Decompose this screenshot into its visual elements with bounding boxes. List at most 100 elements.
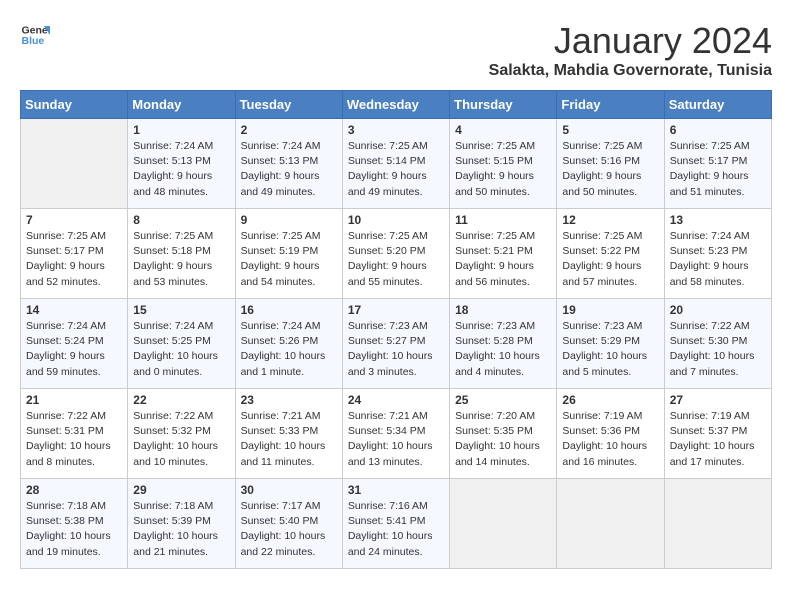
day-cell: 4 Sunrise: 7:25 AMSunset: 5:15 PMDaylight… [450,119,557,209]
day-info: Sunrise: 7:24 AMSunset: 5:25 PMDaylight:… [133,319,229,380]
day-cell: 3 Sunrise: 7:25 AMSunset: 5:14 PMDaylight… [342,119,449,209]
week-row-2: 7 Sunrise: 7:25 AMSunset: 5:17 PMDaylight… [21,209,772,299]
day-cell [450,479,557,569]
day-number: 16 [241,303,337,317]
day-cell: 24 Sunrise: 7:21 AMSunset: 5:34 PMDayligh… [342,389,449,479]
day-cell: 28 Sunrise: 7:18 AMSunset: 5:38 PMDayligh… [21,479,128,569]
header-cell-thursday: Thursday [450,91,557,119]
day-cell: 12 Sunrise: 7:25 AMSunset: 5:22 PMDayligh… [557,209,664,299]
day-info: Sunrise: 7:18 AMSunset: 5:38 PMDaylight:… [26,499,122,560]
day-number: 30 [241,483,337,497]
day-number: 28 [26,483,122,497]
day-info: Sunrise: 7:25 AMSunset: 5:22 PMDaylight:… [562,229,658,290]
day-cell: 8Sunrise: 7:25 AMSunset: 5:18 PMDaylight… [128,209,235,299]
day-number: 24 [348,393,444,407]
day-cell: 21 Sunrise: 7:22 AMSunset: 5:31 PMDayligh… [21,389,128,479]
day-cell: 9 Sunrise: 7:25 AMSunset: 5:19 PMDaylight… [235,209,342,299]
day-cell: 15 Sunrise: 7:24 AMSunset: 5:25 PMDayligh… [128,299,235,389]
day-number: 8 [133,213,229,227]
day-cell: 1Sunrise: 7:24 AMSunset: 5:13 PMDaylight… [128,119,235,209]
day-cell: 25Sunrise: 7:20 AMSunset: 5:35 PMDayligh… [450,389,557,479]
day-info: Sunrise: 7:25 AMSunset: 5:17 PMDaylight:… [26,229,122,290]
day-info: Sunrise: 7:18 AMSunset: 5:39 PMDaylight:… [133,499,229,560]
day-number: 19 [562,303,658,317]
day-number: 21 [26,393,122,407]
day-number: 6 [670,123,766,137]
title-area: January 2024 Salakta, Mahdia Governorate… [489,20,772,80]
day-cell: 13Sunrise: 7:24 AMSunset: 5:23 PMDayligh… [664,209,771,299]
day-info: Sunrise: 7:23 AMSunset: 5:29 PMDaylight:… [562,319,658,380]
day-number: 5 [562,123,658,137]
day-info: Sunrise: 7:25 AMSunset: 5:14 PMDaylight:… [348,139,444,200]
day-info: Sunrise: 7:21 AMSunset: 5:33 PMDaylight:… [241,409,337,470]
day-cell: 10Sunrise: 7:25 AMSunset: 5:20 PMDayligh… [342,209,449,299]
header-cell-saturday: Saturday [664,91,771,119]
day-cell: 14 Sunrise: 7:24 AMSunset: 5:24 PMDayligh… [21,299,128,389]
day-cell [21,119,128,209]
day-number: 9 [241,213,337,227]
day-cell: 17 Sunrise: 7:23 AMSunset: 5:27 PMDayligh… [342,299,449,389]
day-cell: 16Sunrise: 7:24 AMSunset: 5:26 PMDayligh… [235,299,342,389]
day-info: Sunrise: 7:25 AMSunset: 5:17 PMDaylight:… [670,139,766,200]
day-cell: 19 Sunrise: 7:23 AMSunset: 5:29 PMDayligh… [557,299,664,389]
day-info: Sunrise: 7:25 AMSunset: 5:15 PMDaylight:… [455,139,551,200]
header-row: SundayMondayTuesdayWednesdayThursdayFrid… [21,91,772,119]
header-cell-sunday: Sunday [21,91,128,119]
day-number: 31 [348,483,444,497]
day-cell: 18Sunrise: 7:23 AMSunset: 5:28 PMDayligh… [450,299,557,389]
day-info: Sunrise: 7:22 AMSunset: 5:30 PMDaylight:… [670,319,766,380]
day-number: 20 [670,303,766,317]
day-number: 13 [670,213,766,227]
day-info: Sunrise: 7:24 AMSunset: 5:13 PMDaylight:… [133,139,229,200]
week-row-4: 21 Sunrise: 7:22 AMSunset: 5:31 PMDayligh… [21,389,772,479]
day-number: 14 [26,303,122,317]
calendar-table: SundayMondayTuesdayWednesdayThursdayFrid… [20,90,772,569]
day-info: Sunrise: 7:25 AMSunset: 5:21 PMDaylight:… [455,229,551,290]
day-number: 2 [241,123,337,137]
day-number: 3 [348,123,444,137]
day-number: 15 [133,303,229,317]
day-info: Sunrise: 7:17 AMSunset: 5:40 PMDaylight:… [241,499,337,560]
logo: General Blue [20,20,50,50]
svg-text:Blue: Blue [22,35,45,47]
header-cell-tuesday: Tuesday [235,91,342,119]
day-number: 10 [348,213,444,227]
day-info: Sunrise: 7:25 AMSunset: 5:19 PMDaylight:… [241,229,337,290]
day-info: Sunrise: 7:25 AMSunset: 5:16 PMDaylight:… [562,139,658,200]
day-cell: 5 Sunrise: 7:25 AMSunset: 5:16 PMDaylight… [557,119,664,209]
day-info: Sunrise: 7:22 AMSunset: 5:31 PMDaylight:… [26,409,122,470]
day-cell: 29 Sunrise: 7:18 AMSunset: 5:39 PMDayligh… [128,479,235,569]
day-number: 7 [26,213,122,227]
day-cell [664,479,771,569]
week-row-1: 1Sunrise: 7:24 AMSunset: 5:13 PMDaylight… [21,119,772,209]
day-info: Sunrise: 7:20 AMSunset: 5:35 PMDaylight:… [455,409,551,470]
day-cell: 20 Sunrise: 7:22 AMSunset: 5:30 PMDayligh… [664,299,771,389]
day-number: 29 [133,483,229,497]
logo-icon: General Blue [20,20,50,50]
day-number: 27 [670,393,766,407]
day-cell [557,479,664,569]
day-cell: 22Sunrise: 7:22 AMSunset: 5:32 PMDayligh… [128,389,235,479]
day-number: 17 [348,303,444,317]
location-title: Salakta, Mahdia Governorate, Tunisia [489,62,772,80]
day-cell: 6 Sunrise: 7:25 AMSunset: 5:17 PMDaylight… [664,119,771,209]
week-row-3: 14 Sunrise: 7:24 AMSunset: 5:24 PMDayligh… [21,299,772,389]
day-number: 12 [562,213,658,227]
day-info: Sunrise: 7:19 AMSunset: 5:36 PMDaylight:… [562,409,658,470]
header-cell-wednesday: Wednesday [342,91,449,119]
day-info: Sunrise: 7:16 AMSunset: 5:41 PMDaylight:… [348,499,444,560]
day-cell: 11 Sunrise: 7:25 AMSunset: 5:21 PMDayligh… [450,209,557,299]
day-cell: 26Sunrise: 7:19 AMSunset: 5:36 PMDayligh… [557,389,664,479]
day-info: Sunrise: 7:23 AMSunset: 5:27 PMDaylight:… [348,319,444,380]
day-number: 11 [455,213,551,227]
day-cell: 23Sunrise: 7:21 AMSunset: 5:33 PMDayligh… [235,389,342,479]
day-info: Sunrise: 7:21 AMSunset: 5:34 PMDaylight:… [348,409,444,470]
day-info: Sunrise: 7:23 AMSunset: 5:28 PMDaylight:… [455,319,551,380]
calendar-header: SundayMondayTuesdayWednesdayThursdayFrid… [21,91,772,119]
day-info: Sunrise: 7:24 AMSunset: 5:24 PMDaylight:… [26,319,122,380]
day-cell: 31 Sunrise: 7:16 AMSunset: 5:41 PMDayligh… [342,479,449,569]
day-cell: 27Sunrise: 7:19 AMSunset: 5:37 PMDayligh… [664,389,771,479]
calendar-body: 1Sunrise: 7:24 AMSunset: 5:13 PMDaylight… [21,119,772,569]
day-number: 4 [455,123,551,137]
day-number: 22 [133,393,229,407]
